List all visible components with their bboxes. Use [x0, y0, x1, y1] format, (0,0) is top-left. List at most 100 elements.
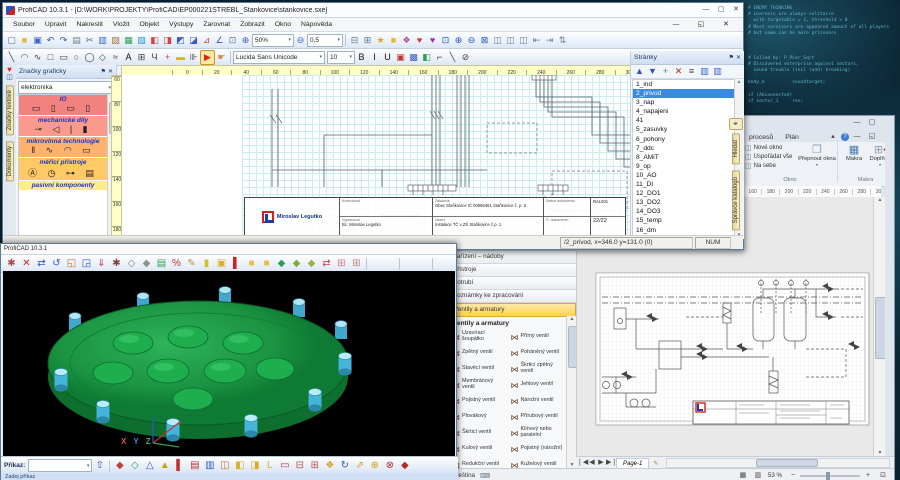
symbol-section[interactable]: mikrovlnná technologie ‖ ∿ ◠ ▭ — [19, 137, 107, 158]
macros-button[interactable]: ▦ Makra — [840, 143, 868, 163]
symbol-section[interactable]: IO ▭ ▯ ▭ ▯ — [19, 95, 107, 116]
toolbar-icon[interactable]: ▢ — [5, 34, 18, 47]
font-size-combo[interactable]: 10 ▾ — [327, 50, 355, 64]
page-list-item[interactable]: 1_ind — [633, 80, 734, 89]
symbol-glyphs[interactable]: ⊸ ◁ | ▮ — [21, 124, 105, 135]
toolbar-icon[interactable]: ◪ — [187, 34, 200, 47]
ribbon-tab[interactable]: Plán — [779, 133, 805, 142]
switch-windows-button[interactable]: ❐ Přepnout okna ▾ — [798, 143, 836, 168]
cad-tool-icon[interactable]: ▌ — [229, 256, 244, 271]
page-list-item[interactable]: 3_nap — [633, 98, 734, 107]
command-tool-icon[interactable]: ⊕ — [367, 458, 382, 473]
cad-tool-icon[interactable]: ◆ — [274, 256, 289, 271]
shape-category[interactable]: Přístroje — [449, 264, 576, 277]
toolbar-icon[interactable]: ▧ — [135, 34, 148, 47]
close-panel-icon[interactable]: ✕ — [108, 68, 113, 75]
fit-page-icon[interactable]: ⊡ — [876, 471, 890, 480]
cad-tool-icon[interactable]: ◲ — [79, 256, 94, 271]
toolbar-icon[interactable]: ⊖ — [465, 34, 478, 47]
mdi-close-icon[interactable]: ✕ — [714, 20, 738, 30]
shape-item[interactable]: ⋈Stavěcí ventil — [449, 365, 508, 374]
menu-item[interactable]: Nakreslit — [71, 21, 107, 28]
command-tool-icon[interactable]: ◧ — [232, 458, 247, 473]
search-binoculars-icon[interactable]: ⌖ — [728, 118, 743, 130]
proficad-window[interactable]: ProfiCAD 10.3.1 - [D:\WORK\PROJEKTY\Prof… — [2, 2, 744, 250]
shape-item[interactable]: ⋈Uzavírací šoupátko — [449, 330, 508, 343]
ribbon-button[interactable]: ◫ Na sebe — [745, 162, 792, 170]
cad-tool-icon[interactable]: ⇄ — [319, 256, 334, 271]
minimize-icon[interactable]: — — [850, 118, 864, 128]
proficad-titlebar[interactable]: ProfiCAD 10.3.1 - [D:\WORK\PROJEKTY\Prof… — [3, 3, 743, 18]
shape-item[interactable]: ⋈ Přírubový ventil — [508, 413, 567, 422]
format-icon[interactable]: ◧ — [420, 51, 433, 64]
page-list-item[interactable]: 6_pohony — [633, 135, 734, 144]
shape-item[interactable]: ⋈ Jehlový ventil — [508, 381, 567, 390]
dock-tab[interactable]: Dokumenty — [5, 141, 14, 182]
mdi-restore-icon[interactable]: ◱ — [689, 20, 713, 30]
maximize-icon[interactable]: ▢ — [865, 118, 879, 128]
toolbar-icon[interactable]: ⊞ — [361, 34, 374, 47]
viewport-3d[interactable]: X Y Z — [3, 271, 455, 456]
symbol-glyphs[interactable]: Ⓐ ◷ ⊶ ▤ — [21, 166, 105, 179]
cad-tool-icon[interactable]: ◇ — [124, 256, 139, 271]
shape-category[interactable]: Zařízení – nádoby — [449, 251, 576, 264]
command-tool-icon[interactable]: ⊞ — [307, 458, 322, 473]
shape-item[interactable]: ⋈ Nárožní ventil — [508, 397, 567, 406]
page-list-item[interactable]: 7_ddc — [633, 144, 734, 153]
cad-tool-icon[interactable]: ■ — [259, 256, 274, 271]
toolbar-icon[interactable]: ▣ — [31, 34, 44, 47]
dock-icon[interactable]: ◫ — [6, 74, 13, 82]
ribbon-button[interactable]: ◫ Uspořádat vše — [745, 153, 792, 161]
ribbon-button[interactable]: ◫ Nové okno — [745, 144, 792, 152]
pages-tool-icon[interactable]: ✕ — [672, 65, 685, 78]
cad3d-titlebar[interactable]: ProfiCAD 10.3.1 — [1, 244, 456, 255]
dock-tab[interactable]: Značky textové — [5, 85, 14, 136]
toolbar-icon[interactable]: ▤ — [70, 34, 83, 47]
page-list-item[interactable]: 15_temp — [633, 216, 734, 225]
toolbar-icon[interactable]: ■ — [18, 34, 31, 47]
symbol-group-dropdown[interactable]: elektronika ▾ — [18, 81, 114, 94]
first-page-icon[interactable]: ❘◀ — [577, 458, 588, 468]
toolbar-icon[interactable]: ⊟ — [348, 34, 361, 47]
drawing-tool-icon[interactable]: ○ — [70, 51, 83, 64]
grid-combo[interactable]: 0.5 ▾ — [307, 33, 343, 47]
shape-item[interactable]: ⋈Zpětný ventil — [449, 349, 508, 358]
cad-tool-icon[interactable]: ▤ — [154, 256, 169, 271]
drawing-tool-icon[interactable]: Ч — [148, 51, 161, 64]
shape-category[interactable]: Ventily a armatury — [449, 303, 576, 317]
command-tool-icon[interactable]: ⊟ — [292, 458, 307, 473]
cad-tool-icon[interactable]: ■ — [244, 256, 259, 271]
page-list-item[interactable]: 14_DO3 — [633, 207, 734, 216]
cad-tool-icon[interactable]: ◆ — [304, 256, 319, 271]
pin-icon[interactable]: ⚑ — [101, 68, 106, 75]
page-list-item[interactable]: 11_DI — [633, 180, 734, 189]
shape-item[interactable]: ⋈Pojistný ventil — [449, 397, 508, 406]
cad-tool-icon[interactable]: % — [169, 256, 184, 271]
shape-item[interactable]: ⋈Škrticí ventil — [449, 429, 508, 438]
symbol-section[interactable]: měřicí přístroje Ⓐ ◷ ⊶ ▤ — [19, 158, 107, 181]
page-list-item[interactable]: 9_op — [633, 162, 734, 171]
mdi-minimize-icon[interactable]: — — [664, 20, 688, 30]
toolbar-icon[interactable]: ⇅ — [556, 34, 569, 47]
symbol-section[interactable]: mechanické díly ⊸ ◁ | ▮ — [19, 116, 107, 137]
shape-category[interactable]: Poznámky ke zpracování — [449, 290, 576, 303]
format-icon[interactable]: ▩ — [407, 51, 420, 64]
format-icon[interactable]: ⊘ — [459, 51, 472, 64]
command-input[interactable]: ▾ — [28, 459, 93, 472]
toolbar-icon[interactable]: ▥ — [96, 34, 109, 47]
page-list-item[interactable]: 4_napajeni — [633, 107, 734, 116]
toolbar-icon[interactable]: ⊕ — [239, 34, 252, 47]
page-list-item[interactable]: 13_DO2 — [633, 198, 734, 207]
symbol-glyphs[interactable]: ▭ ▯ ▭ ▯ — [21, 103, 105, 114]
shape-item[interactable]: ⋈ Kuželový ventil — [508, 461, 567, 469]
drawing-tool-icon[interactable]: + — [161, 51, 174, 64]
help-icon[interactable]: ? — [841, 133, 849, 141]
toolbar-icon[interactable]: ⊡ — [226, 34, 239, 47]
child-minimize-icon[interactable]: — — [850, 132, 864, 142]
zoom-out-icon[interactable]: − — [786, 471, 800, 480]
menu-item[interactable]: Objekt — [135, 21, 165, 28]
toolbar-icon[interactable]: ▨ — [109, 34, 122, 47]
shapes-scrollbar[interactable]: ▲ ▼ — [566, 316, 576, 468]
format-icon[interactable]: B — [355, 51, 368, 64]
view-normal-icon[interactable]: ▦ — [736, 471, 750, 480]
